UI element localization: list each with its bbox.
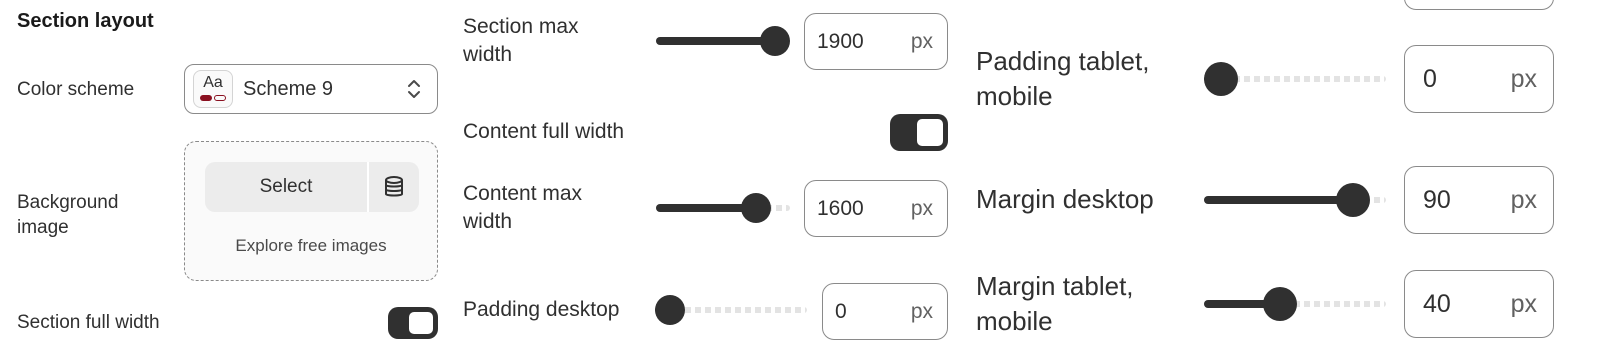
content-max-width-input[interactable]: 1600 px <box>804 180 948 237</box>
slider-thumb[interactable] <box>655 295 685 325</box>
section-max-width-unit: px <box>910 29 933 53</box>
slider-thumb[interactable] <box>760 26 790 56</box>
swatch-primary-pill <box>200 95 212 101</box>
database-icon <box>385 176 403 197</box>
margin-tablet-mobile-value: 40 <box>1423 289 1451 318</box>
explore-free-images-link[interactable]: Explore free images <box>185 236 437 256</box>
margin-desktop-input[interactable]: 90 px <box>1404 166 1554 234</box>
background-image-label: Background image <box>17 190 118 240</box>
section-title: Section layout <box>17 10 154 32</box>
section-max-width-label-line2: width <box>463 43 513 66</box>
slider-fill <box>1204 196 1353 204</box>
padding-tablet-mobile-slider[interactable] <box>1204 62 1386 96</box>
slider-fill <box>656 37 775 45</box>
chevron-up-down-icon <box>408 80 420 98</box>
margin-tablet-mobile-label: Margin tablet, mobile <box>976 269 1134 339</box>
content-max-width-value: 1600 <box>817 196 864 220</box>
background-image-label-line2: image <box>17 217 69 238</box>
margin-tablet-mobile-slider[interactable] <box>1204 287 1386 321</box>
slider-thumb[interactable] <box>741 193 772 223</box>
color-scheme-swatch-icon: Aa <box>193 70 233 108</box>
section-max-width-label-line1: Section max <box>463 15 579 38</box>
spacing-settings-panel: Padding tablet, mobile 0 px Margin deskt… <box>974 0 1600 353</box>
padding-tablet-mobile-label-line2: mobile <box>976 81 1053 111</box>
padding-desktop-slider[interactable] <box>655 295 807 325</box>
padding-desktop-unit: px <box>910 299 933 323</box>
padding-desktop-value: 0 <box>835 299 847 323</box>
section-full-width-label: Section full width <box>17 312 160 333</box>
padding-desktop-label: Padding desktop <box>463 298 620 321</box>
image-button-group: Select <box>205 162 419 212</box>
margin-desktop-label: Margin desktop <box>976 184 1154 214</box>
background-image-picker: Select Explore free images <box>184 141 438 281</box>
padding-tablet-mobile-unit: px <box>1510 64 1537 93</box>
section-full-width-toggle[interactable] <box>388 307 438 339</box>
partial-input-above[interactable] <box>1404 0 1554 10</box>
margin-desktop-value: 90 <box>1423 185 1451 214</box>
slider-thumb[interactable] <box>1335 183 1370 217</box>
margin-tablet-mobile-label-line1: Margin tablet, <box>976 271 1134 301</box>
margin-tablet-mobile-label-line2: mobile <box>976 306 1053 336</box>
padding-tablet-mobile-input[interactable]: 0 px <box>1404 45 1554 113</box>
section-max-width-label: Section max width <box>463 13 579 69</box>
margin-tablet-mobile-unit: px <box>1510 289 1537 318</box>
content-max-width-label-line2: width <box>463 210 513 233</box>
padding-tablet-mobile-value: 0 <box>1423 64 1437 93</box>
content-max-width-unit: px <box>910 196 933 220</box>
swatch-outline-pill <box>214 95 226 101</box>
color-scheme-select[interactable]: Aa Scheme 9 <box>184 64 438 114</box>
content-max-width-slider[interactable] <box>656 193 790 223</box>
toggle-knob <box>409 312 433 334</box>
toggle-knob <box>917 119 943 146</box>
content-full-width-toggle[interactable] <box>890 114 948 151</box>
padding-tablet-mobile-label: Padding tablet, mobile <box>976 44 1149 114</box>
content-full-width-label: Content full width <box>463 120 625 143</box>
slider-thumb[interactable] <box>1263 287 1298 321</box>
margin-desktop-slider[interactable] <box>1204 183 1386 217</box>
section-max-width-value: 1900 <box>817 29 864 53</box>
content-max-width-label: Content max width <box>463 180 582 236</box>
section-layout-panel: Section layout Color scheme Aa Scheme 9 … <box>0 0 452 353</box>
margin-desktop-unit: px <box>1510 185 1537 214</box>
section-max-width-slider[interactable] <box>656 26 790 56</box>
swatch-text: Aa <box>203 74 223 91</box>
background-image-label-line1: Background <box>17 192 119 213</box>
padding-desktop-input[interactable]: 0 px <box>822 283 948 340</box>
select-image-button[interactable]: Select <box>205 162 367 212</box>
padding-tablet-mobile-label-line1: Padding tablet, <box>976 46 1150 76</box>
width-settings-panel: Section max width 1900 px Content full w… <box>452 0 974 353</box>
color-scheme-value: Scheme 9 <box>243 77 334 100</box>
margin-tablet-mobile-input[interactable]: 40 px <box>1404 270 1554 338</box>
slider-thumb[interactable] <box>1204 62 1238 96</box>
section-max-width-input[interactable]: 1900 px <box>804 13 948 70</box>
image-library-button[interactable] <box>369 162 419 212</box>
color-scheme-label: Color scheme <box>17 79 135 100</box>
content-max-width-label-line1: Content max <box>463 182 583 205</box>
